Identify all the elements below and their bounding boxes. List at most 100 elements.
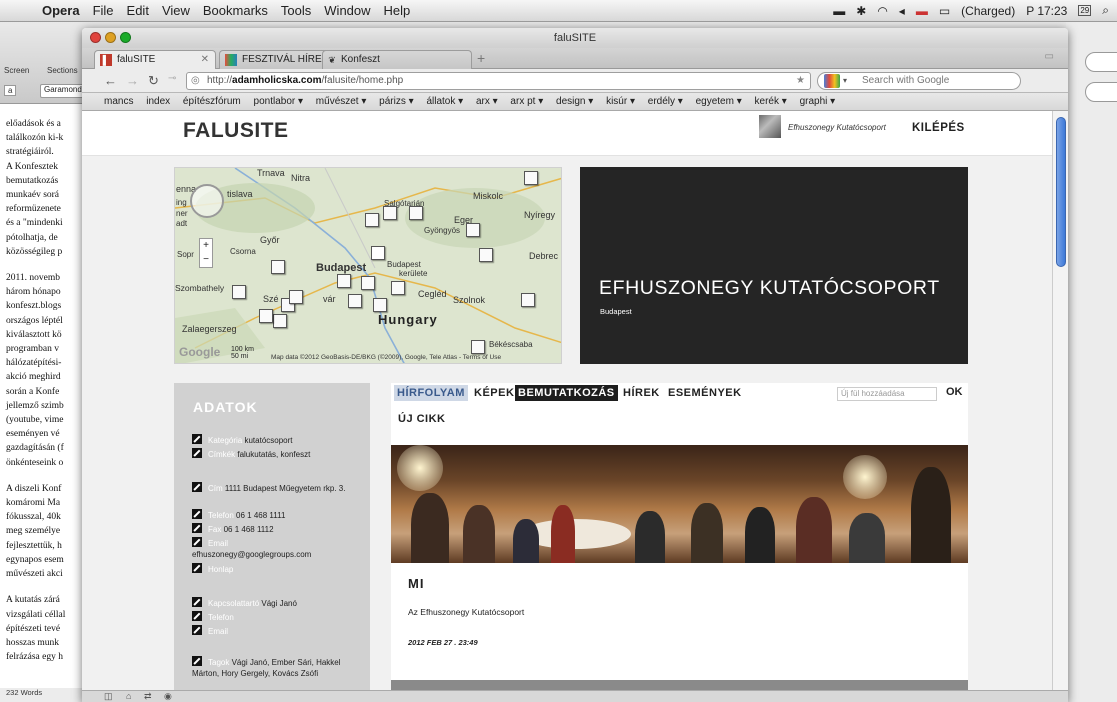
bookmark-folder[interactable]: állatok ▾: [426, 96, 463, 107]
edit-icon[interactable]: [192, 597, 202, 607]
edit-icon[interactable]: [192, 611, 202, 621]
menu-app-opera[interactable]: Opera: [42, 3, 80, 18]
reload-button[interactable]: ↻: [148, 73, 159, 89]
panel-toggle-icon[interactable]: ◫: [104, 691, 113, 702]
map-marker[interactable]: [479, 248, 493, 262]
edit-icon[interactable]: [192, 448, 202, 458]
bookmark-folder[interactable]: párizs ▾: [379, 96, 413, 107]
screen-label[interactable]: Screen: [4, 66, 29, 75]
map-marker[interactable]: [232, 285, 246, 299]
vertical-scrollbar[interactable]: [1052, 111, 1068, 702]
map-marker[interactable]: [383, 206, 397, 220]
bluetooth-icon[interactable]: ✱: [856, 4, 866, 18]
bookmark-folder[interactable]: kisúr ▾: [606, 96, 635, 107]
panel-pill[interactable]: [1085, 52, 1117, 72]
menu-window[interactable]: Window: [324, 3, 370, 18]
google-logo[interactable]: Google: [179, 345, 220, 359]
bookmark-folder[interactable]: arx ▾: [476, 96, 498, 107]
new-article-button[interactable]: ÚJ CIKK: [398, 413, 446, 425]
sync-icon[interactable]: ⇄: [144, 691, 152, 702]
menu-view[interactable]: View: [162, 3, 190, 18]
map-marker[interactable]: [259, 309, 273, 323]
volume-icon[interactable]: ◂: [899, 4, 905, 18]
zoom-select[interactable]: a: [4, 85, 17, 96]
panel-pill[interactable]: [1085, 82, 1117, 102]
edit-icon[interactable]: [192, 563, 202, 573]
tab-falusite[interactable]: ▌ faluSITE ✕: [94, 50, 216, 70]
scrollbar-thumb[interactable]: [1056, 117, 1066, 267]
logout-link[interactable]: KILÉPÉS: [912, 122, 965, 134]
map-marker[interactable]: [289, 290, 303, 304]
home-icon[interactable]: ⌂: [126, 691, 131, 701]
map-marker[interactable]: [337, 274, 351, 288]
chevron-down-icon[interactable]: ▾: [843, 73, 847, 89]
close-window-button[interactable]: [90, 32, 101, 43]
bookmark-folder[interactable]: művészet ▾: [316, 96, 367, 107]
menu-help[interactable]: Help: [384, 3, 411, 18]
edit-icon[interactable]: [192, 509, 202, 519]
bookmark-item[interactable]: mancs: [104, 96, 133, 107]
sections-label[interactable]: Sections: [47, 66, 78, 75]
menu-edit[interactable]: Edit: [127, 3, 149, 18]
tab-hirfolyam[interactable]: HÍRFOLYAM: [394, 385, 468, 401]
map-marker[interactable]: [271, 260, 285, 274]
bookmark-item[interactable]: építészfórum: [183, 96, 241, 107]
zoom-window-button[interactable]: [120, 32, 131, 43]
tab-esemenyek[interactable]: ESEMÉNYEK: [665, 385, 745, 401]
bookmark-folder[interactable]: pontlabor ▾: [254, 96, 304, 107]
edit-icon[interactable]: [192, 482, 202, 492]
star-icon[interactable]: ★: [796, 73, 805, 89]
font-select[interactable]: Garamond: [40, 84, 88, 98]
edit-icon[interactable]: [192, 625, 202, 635]
map-marker[interactable]: [471, 340, 485, 354]
map-marker[interactable]: [371, 246, 385, 260]
forward-button[interactable]: →: [126, 73, 139, 88]
map-marker[interactable]: [466, 223, 480, 237]
flag-icon[interactable]: ▬: [916, 4, 928, 18]
new-tab-button[interactable]: +: [477, 50, 485, 66]
map[interactable]: Trnava Nitra enna tislava Salgótarján Mi…: [174, 167, 562, 364]
tab-hirek[interactable]: HÍREK: [620, 385, 663, 401]
tab-konfeszt[interactable]: ❦ Konfeszt: [322, 50, 472, 69]
bookmark-folder[interactable]: arx pt ▾: [510, 96, 543, 107]
address-field[interactable]: ◎ http://adamholicska.com/falusite/home.…: [186, 72, 811, 90]
post-title[interactable]: MI: [408, 576, 424, 591]
edit-icon[interactable]: [192, 434, 202, 444]
map-marker[interactable]: [391, 281, 405, 295]
map-marker[interactable]: [365, 213, 379, 227]
battery-icon[interactable]: ▭: [939, 4, 950, 18]
map-marker[interactable]: [373, 298, 387, 312]
map-marker[interactable]: [524, 171, 538, 185]
map-marker[interactable]: [521, 293, 535, 307]
edit-icon[interactable]: [192, 537, 202, 547]
map-marker[interactable]: [409, 206, 423, 220]
bookmark-folder[interactable]: erdély ▾: [648, 96, 683, 107]
close-tab-icon[interactable]: ✕: [201, 51, 209, 68]
bookmark-item[interactable]: index: [146, 96, 170, 107]
post-photo[interactable]: [391, 445, 968, 563]
search-input[interactable]: ▾ Search with Google: [817, 72, 1021, 90]
key-icon[interactable]: ⊸: [168, 73, 176, 84]
menu-file[interactable]: File: [93, 3, 114, 18]
ok-button[interactable]: OK: [946, 386, 963, 398]
wifi-icon[interactable]: ◠: [877, 4, 887, 18]
tab-bemutatkozas[interactable]: BEMUTATKOZÁS: [515, 385, 618, 401]
calendar-icon[interactable]: 29: [1078, 5, 1092, 16]
map-attribution[interactable]: Map data ©2012 GeoBasis-DE/BKG (©2009), …: [271, 354, 501, 361]
tab-kepek[interactable]: KÉPEK: [471, 385, 517, 401]
edit-icon[interactable]: [192, 656, 202, 666]
site-logo[interactable]: FALUSITE: [183, 119, 289, 143]
tab-list-icon[interactable]: ▭: [1045, 51, 1054, 62]
map-pan-control[interactable]: [190, 184, 224, 218]
clock[interactable]: P 17:23: [1026, 4, 1067, 18]
spotlight-icon[interactable]: ⌕: [1102, 3, 1109, 18]
map-zoom-control[interactable]: + −: [199, 238, 213, 268]
bookmark-folder[interactable]: design ▾: [556, 96, 593, 107]
map-marker[interactable]: [361, 276, 375, 290]
new-tab-input[interactable]: Új fül hozzáadása: [837, 387, 937, 401]
menu-bookmarks[interactable]: Bookmarks: [203, 3, 268, 18]
map-marker[interactable]: [348, 294, 362, 308]
bookmark-folder[interactable]: graphi ▾: [800, 96, 836, 107]
display-icon[interactable]: ▬: [833, 4, 845, 18]
edit-icon[interactable]: [192, 523, 202, 533]
